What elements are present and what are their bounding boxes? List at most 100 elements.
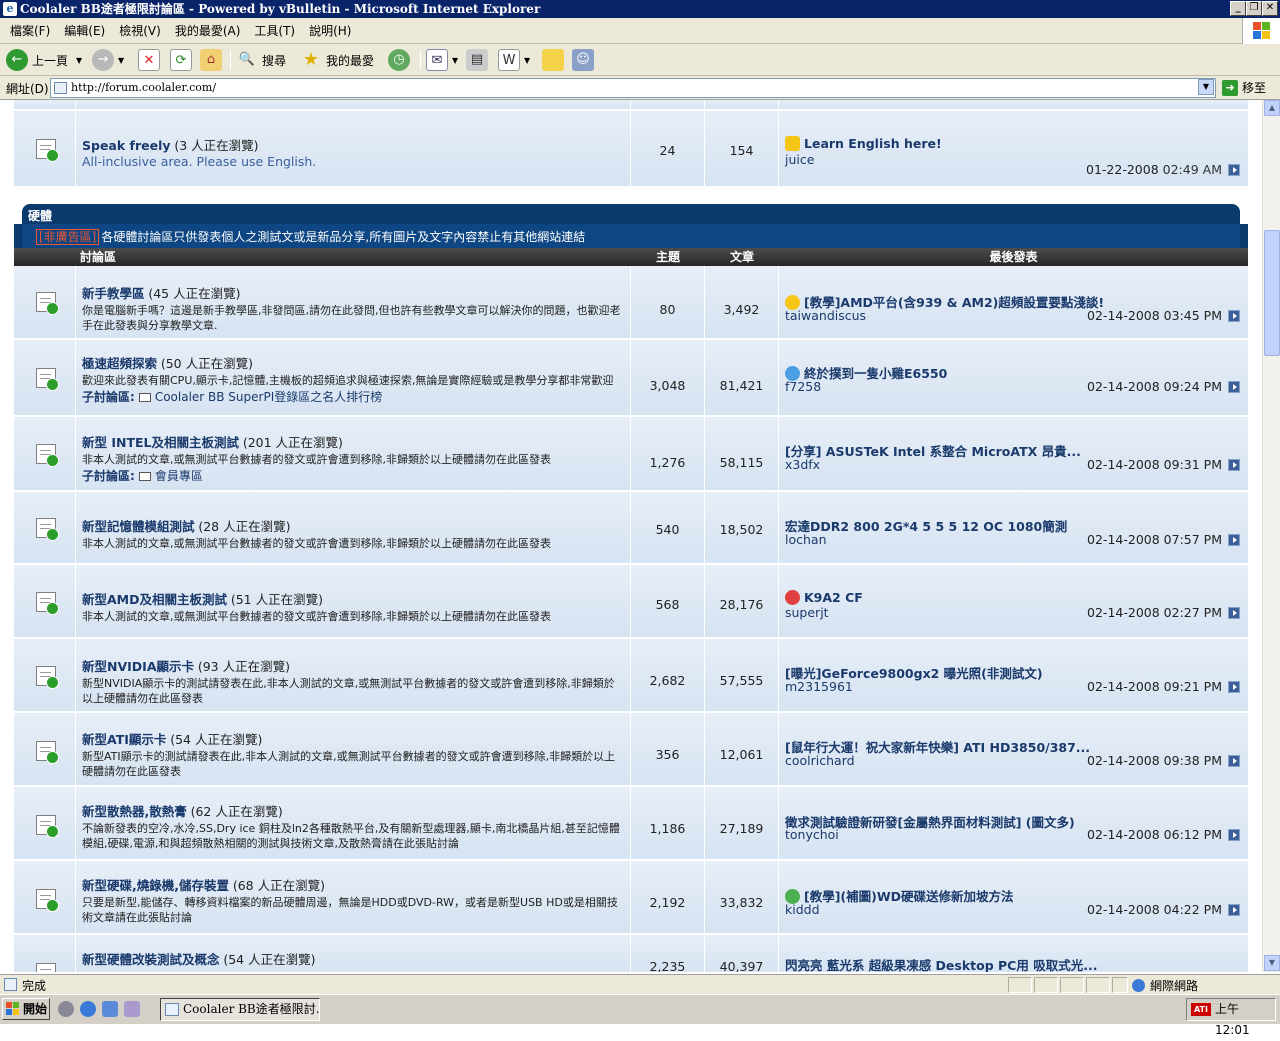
forum-status-icon [36, 666, 59, 689]
last-post-user[interactable]: taiwandiscus [785, 308, 866, 323]
vertical-scrollbar[interactable]: ▲ ▼ [1262, 100, 1280, 972]
forum-link[interactable]: 新型硬體改裝測試及概念 [82, 952, 220, 967]
minimize-button[interactable]: _ [1230, 1, 1246, 16]
menu-edit[interactable]: 編輯(E) [57, 18, 112, 44]
last-post-user[interactable]: superjt [785, 605, 829, 620]
menu-file[interactable]: 檔案(F) [3, 18, 57, 44]
thread-count: 2,235 [649, 959, 686, 972]
history-icon: ◷ [388, 49, 410, 71]
forum-status-icon [36, 292, 59, 315]
last-post-user[interactable]: x3dfx [785, 457, 820, 472]
mail-button[interactable]: ✉ ▼ [426, 48, 458, 72]
notice-tag: [非廣告區] [36, 229, 100, 245]
forum-link[interactable]: 新型 INTEL及相關主板測試 [82, 435, 239, 450]
scroll-thumb[interactable] [1264, 230, 1280, 356]
forum-link[interactable]: 極速超頻探索 [82, 356, 157, 371]
last-post-title[interactable]: Learn English here! [785, 136, 942, 151]
windows-flag-icon [6, 1002, 20, 1016]
post-count: 57,555 [719, 673, 764, 688]
edit-button[interactable]: W ▼ [498, 48, 530, 72]
forum-description: 你是電腦新手嗎？這邊是新手教學區,非發問區,請勿在此發問,但也許有些教學文章可以… [82, 304, 621, 332]
stop-button[interactable]: ✕ [138, 48, 164, 72]
print-button[interactable]: ▤ [466, 48, 492, 72]
col-threads: 主題 [655, 250, 680, 264]
maximize-button[interactable]: ❐ [1246, 1, 1262, 16]
messenger-icon: ☺ [572, 49, 594, 71]
thread-count: 24 [659, 143, 676, 158]
goto-last-post-icon[interactable] [1228, 459, 1240, 471]
last-post-user[interactable]: coolrichard [785, 753, 855, 768]
goto-last-post-icon[interactable] [1228, 904, 1240, 916]
menu-favorites[interactable]: 我的最愛(A) [168, 18, 248, 44]
last-post-user[interactable]: f7258 [785, 379, 821, 394]
last-post-user[interactable]: juice [785, 152, 814, 167]
taskbar-item-ie[interactable]: Coolaler BB途者極限討... [160, 998, 320, 1021]
last-post-title[interactable]: [分享] ASUSTeK Intel 系整合 MicroATX 昂貴... [785, 441, 1081, 460]
messenger-button[interactable]: ☺ [572, 48, 598, 72]
favorites-button[interactable]: ★ 我的最愛 [300, 48, 374, 72]
category-header: 硬體 [非廣告區] 各硬體討論區只供發表個人之測試文或是新品分享,所有圖片及文字內… [14, 204, 1248, 248]
last-post-title[interactable]: K9A2 CF [785, 590, 863, 605]
subforum-link[interactable]: Coolaler BB SuperPI登錄區之名人排行榜 [155, 390, 382, 404]
forum-link[interactable]: 新型ATI顯示卡 [82, 732, 166, 747]
ati-tray-icon[interactable]: ATI [1191, 1003, 1211, 1016]
forward-button[interactable]: → ▼ [92, 48, 124, 72]
goto-last-post-icon[interactable] [1228, 681, 1240, 693]
column-header: 討論區 主題 文章 最後發表 [14, 248, 1248, 266]
menu-help[interactable]: 說明(H) [302, 18, 358, 44]
forum-link[interactable]: Speak freely [82, 138, 171, 153]
forum-link[interactable]: 新型散熱器,散熱膏 [82, 804, 187, 819]
word-icon: W [498, 49, 520, 71]
discuss-button[interactable] [542, 48, 568, 72]
forum-link[interactable]: 新型AMD及相關主板測試 [82, 592, 227, 607]
post-count: 33,832 [719, 895, 764, 910]
star-icon: ★ [302, 49, 320, 70]
forum-link[interactable]: 新型NVIDIA顯示卡 [82, 659, 194, 674]
menu-tools[interactable]: 工具(T) [247, 18, 302, 44]
post-count: 58,115 [719, 455, 764, 470]
goto-last-post-icon[interactable] [1228, 755, 1240, 767]
goto-last-post-icon[interactable] [1228, 534, 1240, 546]
forum-link[interactable]: 新型記憶體模組測試 [82, 519, 195, 534]
forum-link[interactable]: 新手教學區 [82, 286, 145, 301]
scroll-down-icon[interactable]: ▼ [1264, 955, 1280, 971]
last-post-title[interactable]: 閃亮亮 藍光系 超級果凍感 Desktop PC用 吸取式光... [785, 955, 1097, 972]
media-player-icon[interactable] [58, 1001, 74, 1017]
goto-last-post-icon[interactable] [1228, 381, 1240, 393]
stop-icon: ✕ [138, 49, 160, 71]
ie-quicklaunch-icon[interactable] [80, 1001, 96, 1017]
goto-last-post-icon[interactable] [1228, 607, 1240, 619]
forum-link[interactable]: 新型硬碟,燒錄機,儲存裝置 [82, 878, 229, 893]
address-input[interactable]: http://forum.coolaler.com/ [50, 78, 1216, 98]
last-post-user[interactable]: m2315961 [785, 679, 853, 694]
home-button[interactable]: ⌂ [200, 48, 226, 72]
last-post-user[interactable]: lochan [785, 532, 827, 547]
outlook-icon[interactable] [102, 1001, 118, 1017]
back-dropdown-icon[interactable]: ▼ [76, 56, 82, 65]
last-post-user[interactable]: tonychoi [785, 827, 839, 842]
forward-dropdown-icon: ▼ [118, 55, 125, 65]
goto-last-post-icon[interactable] [1228, 164, 1240, 176]
subforum-link[interactable]: 會員專區 [155, 469, 203, 483]
note-icon [542, 49, 564, 71]
menu-view[interactable]: 檢視(V) [112, 18, 168, 44]
ie-icon: e [3, 2, 17, 16]
close-button[interactable]: ✕ [1262, 1, 1278, 16]
last-post-title[interactable]: 宏達DDR2 800 2G*4 5 5 5 12 OC 1080簡測 [785, 516, 1067, 535]
refresh-button[interactable]: ⟳ [170, 48, 196, 72]
forum-description: 非本人測試的文章,或無測試平台數據者的發文或許會遭到移除,非歸類於以上硬體請勿在… [82, 453, 551, 466]
goto-last-post-icon[interactable] [1228, 310, 1240, 322]
thread-count: 2,682 [649, 673, 686, 688]
go-button[interactable]: ➜ 移至 [1222, 79, 1266, 96]
search-button[interactable]: 🔍 搜尋 [236, 48, 286, 72]
show-desktop-icon[interactable] [124, 1001, 140, 1017]
start-button[interactable]: 開始 [2, 998, 50, 1020]
back-button[interactable]: ← 上一頁 ▼ [6, 48, 82, 72]
history-button[interactable]: ◷ [388, 48, 414, 72]
address-dropdown-icon[interactable]: ▼ [1198, 79, 1214, 95]
last-post-user[interactable]: kiddd [785, 902, 820, 917]
goto-last-post-icon[interactable] [1228, 829, 1240, 841]
category-title[interactable]: 硬體 [22, 204, 1240, 224]
scroll-up-icon[interactable]: ▲ [1264, 100, 1280, 116]
print-icon: ▤ [466, 49, 488, 71]
